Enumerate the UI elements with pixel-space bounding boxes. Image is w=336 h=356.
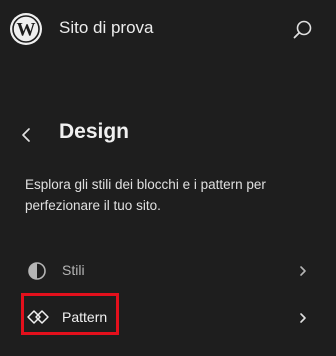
site-name[interactable]: Sito di prova — [59, 18, 154, 38]
sidebar-header: W Sito di prova — [0, 0, 336, 64]
panel-description: Esplora gli stili dei blocchi e i patter… — [25, 177, 266, 213]
page-title: Design — [59, 120, 130, 143]
wordpress-logo-icon[interactable]: W — [10, 13, 42, 45]
site-editor-sidebar: W Sito di prova Design Esplora gli stili… — [0, 0, 336, 356]
svg-text:W: W — [17, 20, 36, 41]
half-circle-icon — [26, 253, 54, 289]
nav-item-pattern[interactable]: Pattern — [26, 300, 316, 336]
chevron-right-icon — [298, 264, 308, 278]
nav-item-label: Pattern — [62, 309, 108, 325]
diamond-pattern-icon — [26, 300, 54, 336]
chevron-right-icon — [298, 311, 308, 325]
nav-item-styles[interactable]: Stili — [26, 253, 316, 289]
search-icon[interactable] — [292, 19, 314, 41]
chevron-left-icon[interactable] — [16, 123, 36, 147]
nav-item-label: Stili — [62, 262, 85, 278]
